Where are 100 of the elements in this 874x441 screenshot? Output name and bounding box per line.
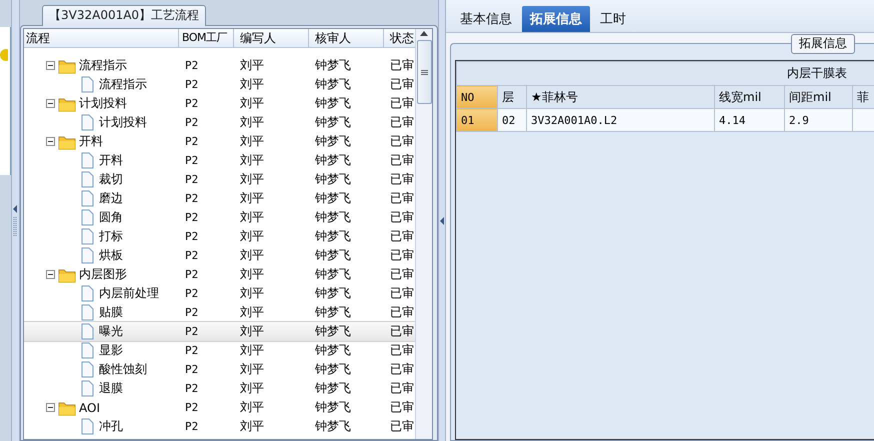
table-cell-text: 已审 xyxy=(389,285,415,302)
table-cell-text: P2 xyxy=(184,382,200,395)
tree-row[interactable]: 贴膜 P2 刘平 钟梦飞 已审 xyxy=(24,303,415,322)
table-cell-text: 刘平 xyxy=(239,342,265,359)
column-header: NO xyxy=(461,90,474,104)
tree-row[interactable]: 冲孔 P2 刘平 钟梦飞 已审 xyxy=(24,417,415,436)
table-cell-text: 刘平 xyxy=(239,76,265,93)
tree-row[interactable]: 圆角 P2 刘平 钟梦飞 已审 xyxy=(24,208,415,227)
tree-row[interactable]: 磨边 P2 刘平 钟梦飞 已审 xyxy=(24,189,415,208)
tree-row[interactable]: 流程指示 P2 刘平 钟梦飞 已审 xyxy=(24,75,415,94)
folder-label: AOI xyxy=(79,400,100,414)
tab[interactable]: 基本信息 xyxy=(452,6,520,32)
column-header[interactable]: 流程 xyxy=(24,29,179,47)
table-cell-text: 刘平 xyxy=(239,57,265,74)
table-cell-text: 钟梦飞 xyxy=(314,399,352,416)
table-cell-text: 钟梦飞 xyxy=(314,266,352,283)
table-cell-text: 刘平 xyxy=(239,361,265,378)
table-cell-text: 钟梦飞 xyxy=(314,228,352,245)
table-cell-text: 已审 xyxy=(389,266,415,283)
table-cell-text: 已审 xyxy=(389,114,415,131)
table-cell-text: P2 xyxy=(184,325,200,338)
table-cell-text: 刘平 xyxy=(239,380,265,397)
collapse-icon[interactable] xyxy=(46,137,55,146)
step-label: 酸性蚀刻 xyxy=(99,361,147,378)
table-cell-text: 钟梦飞 xyxy=(314,95,352,112)
table-cell-text: P2 xyxy=(184,78,200,91)
table-cell-text: 刘平 xyxy=(239,209,265,226)
column-header[interactable]: 编写人 xyxy=(234,29,309,47)
table-cell: 4.14 xyxy=(719,114,746,126)
splitter-grip-icon xyxy=(13,204,18,236)
table-cell-text: P2 xyxy=(184,363,200,376)
table-cell-text: 已审 xyxy=(389,133,415,150)
tree-row[interactable]: 计划投料 P2 刘平 钟梦飞 已审 xyxy=(24,113,415,132)
table-cell-text: 钟梦飞 xyxy=(314,114,352,131)
table-cell-text: 已审 xyxy=(389,152,415,169)
column-header[interactable]: 核审人 xyxy=(309,29,384,47)
table-cell-text: P2 xyxy=(184,249,200,262)
table-cell-text: 刘平 xyxy=(239,95,265,112)
tab[interactable]: 工时 xyxy=(592,6,634,32)
table-cell-text: P2 xyxy=(184,211,200,224)
step-label: 流程指示 xyxy=(99,76,147,93)
table-cell-text: 已审 xyxy=(389,95,415,112)
table-cell-text: 钟梦飞 xyxy=(314,342,352,359)
table-cell-text: P2 xyxy=(184,344,200,357)
step-label: 曝光 xyxy=(99,323,123,340)
tree-row[interactable]: 显影 P2 刘平 钟梦飞 已审 xyxy=(24,341,415,360)
collapse-icon[interactable] xyxy=(46,61,55,70)
tree-row[interactable]: 内层前处理 P2 刘平 钟梦飞 已审 xyxy=(24,284,415,303)
table-cell-text: 刘平 xyxy=(239,266,265,283)
table-cell-text: 已审 xyxy=(389,380,415,397)
group-title: 拓展信息 xyxy=(791,34,855,54)
table-cell-text: P2 xyxy=(184,306,200,319)
table-cell-text: 已审 xyxy=(389,190,415,207)
tree-row[interactable]: 裁切 P2 刘平 钟梦飞 已审 xyxy=(24,170,415,189)
table-cell: 01 xyxy=(461,114,474,126)
collapse-icon[interactable] xyxy=(46,270,55,279)
table-cell-text: 钟梦飞 xyxy=(314,361,352,378)
table-cell-text: 刘平 xyxy=(239,152,265,169)
tree-row[interactable]: 内层图形 P2 刘平 钟梦飞 已审 xyxy=(24,265,415,284)
tree-row[interactable]: 开料 P2 刘平 钟梦飞 已审 xyxy=(24,151,415,170)
step-label: 显影 xyxy=(99,342,123,359)
tree-row[interactable]: 烘板 P2 刘平 钟梦飞 已审 xyxy=(24,246,415,265)
table-cell-text: 刘平 xyxy=(239,399,265,416)
table-cell-text: 钟梦飞 xyxy=(314,380,352,397)
tree-row[interactable]: 曝光 P2 刘平 钟梦飞 已审 xyxy=(24,322,415,341)
tree-row[interactable]: 退膜 P2 刘平 钟梦飞 已审 xyxy=(24,379,415,398)
grip-icon xyxy=(420,70,428,74)
table-cell-text: 已审 xyxy=(389,304,415,321)
tree-row[interactable]: 计划投料 P2 刘平 钟梦飞 已审 xyxy=(24,94,415,113)
column-header: 线宽mil xyxy=(719,90,762,104)
table-cell-text: P2 xyxy=(184,230,200,243)
table-cell-text: 已审 xyxy=(389,209,415,226)
tree-row[interactable]: 开料 P2 刘平 钟梦飞 已审 xyxy=(24,132,415,151)
table-cell: 3V32A001A0.L2 xyxy=(531,114,618,126)
table-cell-text: 钟梦飞 xyxy=(314,152,352,169)
table-cell-text: 钟梦飞 xyxy=(314,209,352,226)
table-cell-text: 刘平 xyxy=(239,285,265,302)
collapse-icon[interactable] xyxy=(46,403,55,412)
table-cell-text: 刘平 xyxy=(239,418,265,435)
table-cell-text: 钟梦飞 xyxy=(314,285,352,302)
table-cell-text: 钟梦飞 xyxy=(314,57,352,74)
tab[interactable]: 拓展信息 xyxy=(522,6,590,32)
tree-row[interactable]: 流程指示 P2 刘平 钟梦飞 已审 xyxy=(24,56,415,75)
tree-row[interactable]: AOI P2 刘平 钟梦飞 已审 xyxy=(24,398,415,417)
step-label: 计划投料 xyxy=(99,114,147,131)
table-cell-text: P2 xyxy=(184,401,200,414)
table-cell-text: P2 xyxy=(184,154,200,167)
tree-row[interactable]: 打标 P2 刘平 钟梦飞 已审 xyxy=(24,227,415,246)
folder-label: 内层图形 xyxy=(79,266,127,283)
table-cell-text: P2 xyxy=(184,116,200,129)
step-label: 冲孔 xyxy=(99,418,123,435)
table-cell-text: 钟梦飞 xyxy=(314,418,352,435)
collapse-icon[interactable] xyxy=(46,99,55,108)
tree-row[interactable]: 酸性蚀刻 P2 刘平 钟梦飞 已审 xyxy=(24,360,415,379)
column-header[interactable]: BOM工厂 xyxy=(179,29,234,47)
table-cell-text: 已审 xyxy=(389,228,415,245)
column-header: 间距mil xyxy=(789,90,832,104)
scrollbar[interactable] xyxy=(415,29,432,439)
table-cell-text: 已审 xyxy=(389,171,415,188)
table-cell: 2.9 xyxy=(789,114,809,126)
